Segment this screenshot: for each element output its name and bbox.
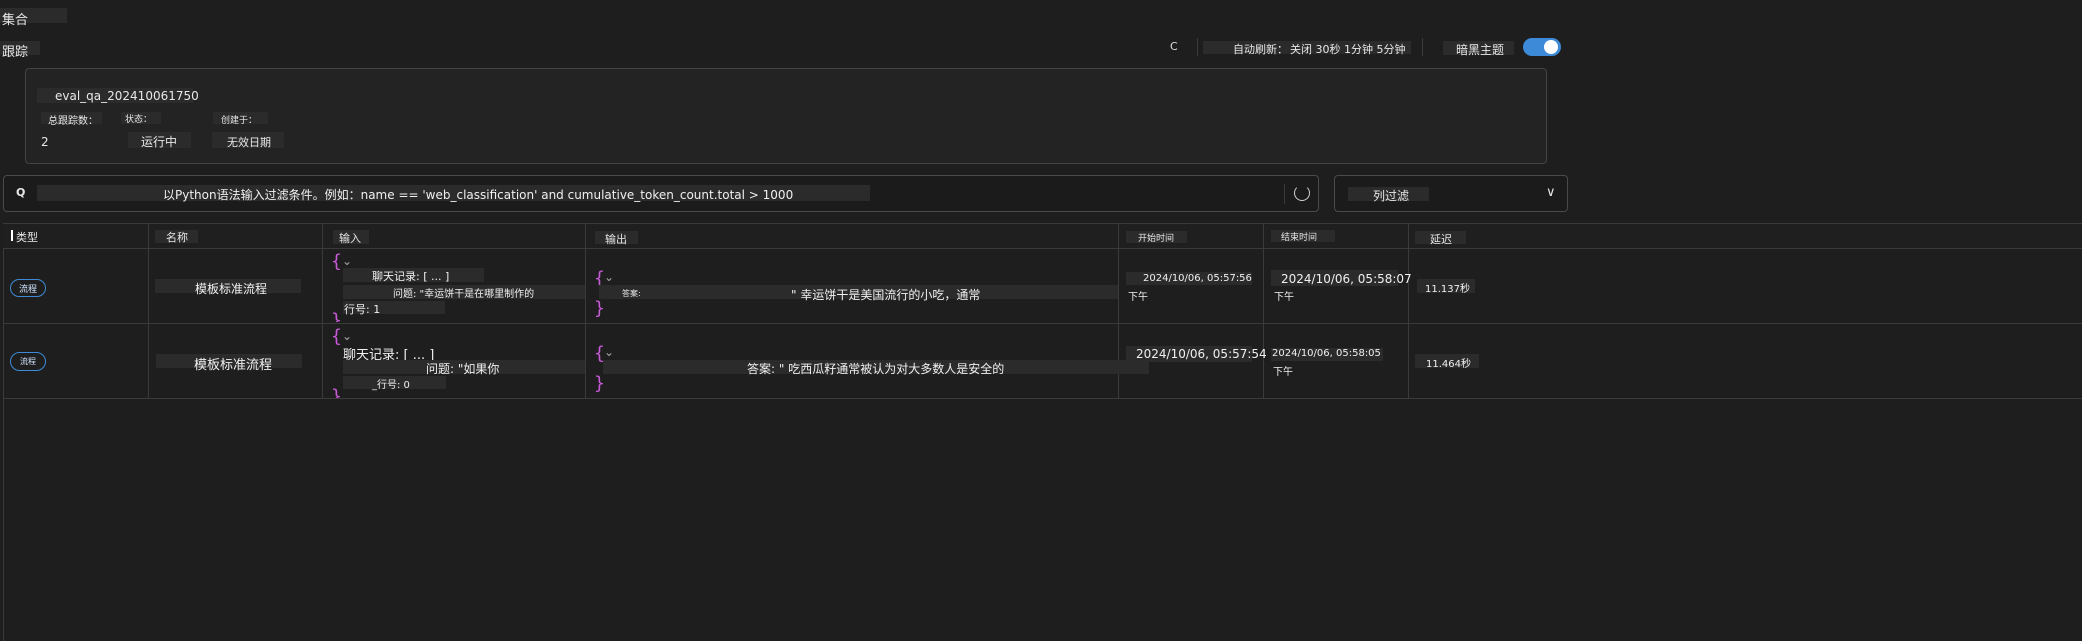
header-output[interactable]: 输出 [605, 231, 627, 247]
created-label: 创建于： [221, 116, 258, 126]
toggle-knob [1544, 40, 1558, 54]
header-latency[interactable]: 延迟 [1430, 231, 1452, 247]
auto-refresh-options[interactable]: 关闭 30秒 1分钟 5分钟 [1290, 41, 1405, 57]
output-close-brace: } [594, 373, 605, 394]
type-badge: 流程 [10, 352, 46, 371]
input-question: 问题: "幸运饼干是在哪里制作的 [393, 289, 535, 300]
header-input[interactable]: 输入 [339, 230, 361, 246]
created-value: 无效日期 [227, 136, 271, 149]
output-answer-key: 答案: [622, 289, 641, 298]
start-time-ampm: 下午 [1128, 292, 1148, 303]
toolbar-divider [1197, 38, 1198, 56]
chevron-down-icon[interactable]: ⌄ [342, 329, 352, 343]
table-header-row [3, 224, 2082, 249]
end-time-ampm: 下午 [1273, 367, 1293, 378]
header-name[interactable]: 名称 [166, 229, 188, 245]
run-name: eval_qa_202410061750 [55, 89, 199, 103]
header-type[interactable]: 类型 [16, 229, 38, 245]
filter-divider [1284, 184, 1285, 204]
column-resize-handle[interactable] [11, 230, 13, 241]
output-close-brace: } [594, 298, 605, 319]
chevron-down-icon[interactable]: ⌄ [604, 270, 614, 284]
type-badge: 流程 [10, 279, 46, 297]
toolbar-divider-2 [1422, 38, 1423, 56]
refresh-icon[interactable]: C [1170, 40, 1178, 53]
chevron-down-icon: ∨ [1546, 185, 1556, 200]
input-close-brace: } [331, 310, 342, 322]
input-close-brace: } [331, 386, 342, 398]
input-open-brace: { [331, 326, 342, 347]
input-question: 问题: "如果你 [426, 362, 500, 376]
status-value: 运行中 [141, 135, 178, 149]
input-line-number: _行号: 0 [372, 380, 410, 391]
header-end-time[interactable]: 结束时间 [1281, 230, 1317, 243]
input-open-brace: { [331, 251, 342, 272]
start-time: 2024/10/06, 05:57:54 [1136, 347, 1267, 361]
total-traces-value: 2 [41, 135, 49, 149]
output-answer: 答案: " 吃西瓜籽通常被认为对大多数人是安全的 [747, 362, 1005, 376]
latency: 11.464秒 [1426, 359, 1471, 370]
header-start-time[interactable]: 开始时间 [1138, 231, 1174, 244]
filter-input[interactable]: 以Python语法输入过滤条件。例如：name == 'web_classifi… [163, 186, 793, 203]
auto-refresh-label: 自动刷新： [1233, 43, 1288, 56]
breadcrumb-collection[interactable]: 集合 [2, 9, 28, 28]
row-name: 模板标准流程 [195, 282, 268, 296]
chevron-down-icon[interactable]: ⌄ [342, 254, 352, 268]
end-time: 2024/10/06, 05:58:05 [1272, 348, 1381, 359]
search-icon: Q [16, 186, 26, 199]
chevron-down-icon[interactable]: ⌄ [604, 345, 614, 359]
total-traces-label: 总跟踪数： [48, 116, 98, 127]
input-line-number: 行号: 1 [344, 303, 381, 316]
history-icon[interactable] [1294, 185, 1310, 201]
row-name: 模板标准流程 [194, 358, 273, 373]
column-filter-label: 列过滤 [1373, 189, 1410, 203]
run-summary-card: eval_qa_202410061750 总跟踪数： 状态： 创建于： 2 运行… [25, 68, 1547, 164]
start-time: 2024/10/06, 05:57:56 [1143, 273, 1252, 284]
breadcrumb-trace: 跟踪 [2, 45, 29, 60]
input-chat-history: 聊天记录: [ ... ] [372, 270, 450, 283]
dark-theme-toggle[interactable] [1523, 38, 1561, 56]
end-time: 2024/10/06, 05:58:07 [1281, 272, 1412, 286]
end-time-ampm: 下午 [1274, 292, 1294, 303]
latency: 11.137秒 [1425, 284, 1470, 295]
filter-bar: Q 以Python语法输入过滤条件。例如：name == 'web_classi… [3, 175, 1319, 212]
output-answer: " 幸运饼干是美国流行的小吃，通常 [791, 288, 981, 302]
column-filter-dropdown[interactable]: 列过滤 ∨ [1334, 175, 1568, 212]
dark-theme-label: 暗黑主题 [1456, 43, 1505, 57]
status-label: 状态： [125, 115, 153, 125]
